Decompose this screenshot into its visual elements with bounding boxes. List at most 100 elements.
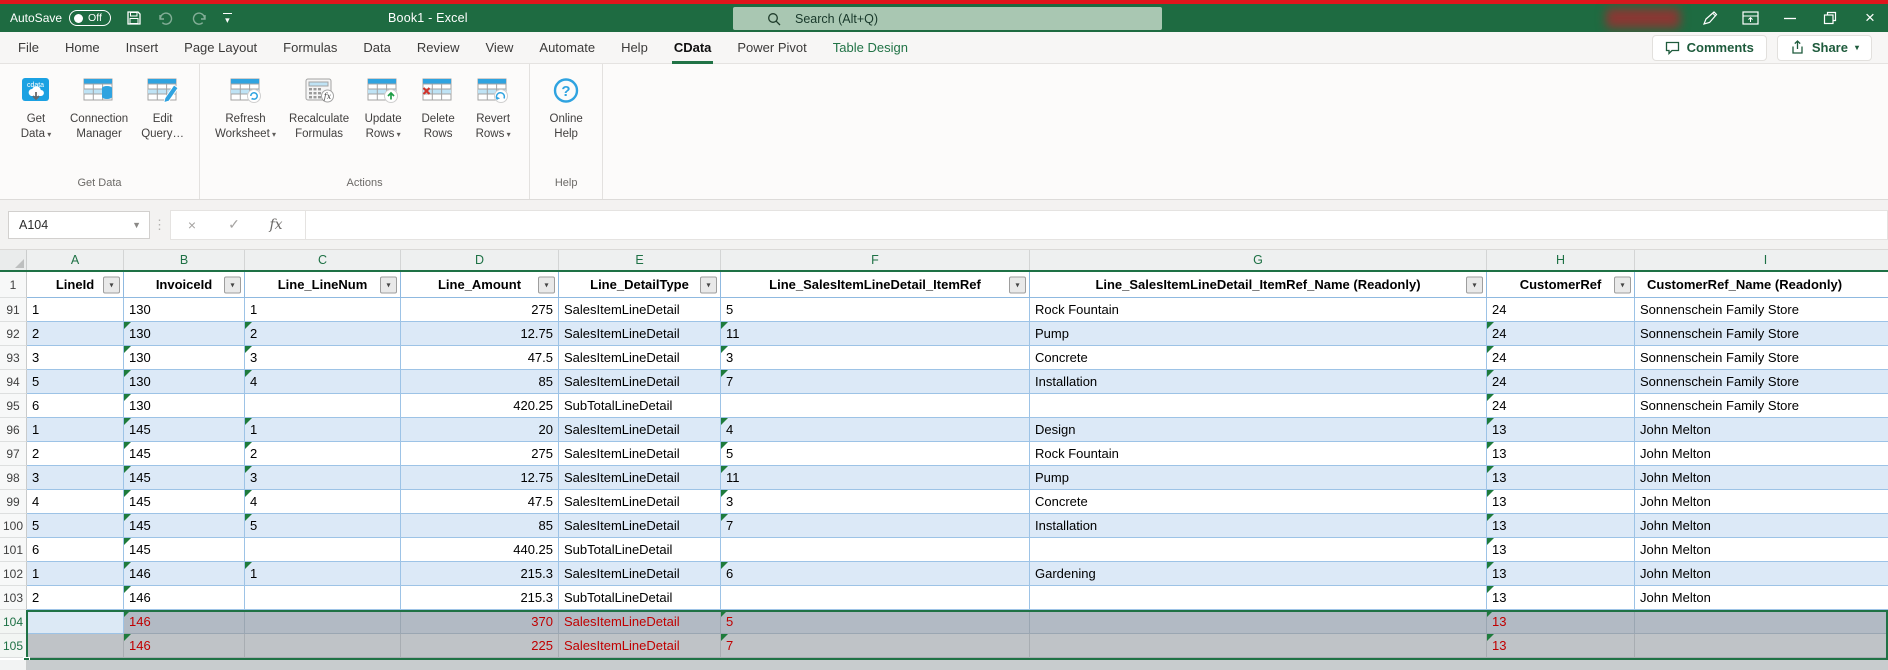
filter-button-H[interactable]: ▾ [1614, 276, 1631, 293]
cell-C92[interactable]: 2 [245, 322, 401, 346]
cell-E95[interactable]: SubTotalLineDetail [559, 394, 721, 418]
cell-F96[interactable]: 4 [721, 418, 1030, 442]
cell-C93[interactable]: 3 [245, 346, 401, 370]
row-number-105[interactable]: 105 [0, 634, 27, 658]
cell-D97[interactable]: 275 [401, 442, 559, 466]
tab-data[interactable]: Data [350, 32, 403, 64]
cell-E91[interactable]: SalesItemLineDetail [559, 298, 721, 322]
cell-B95[interactable]: 130 [124, 394, 245, 418]
cell-I98[interactable]: John Melton [1635, 466, 1888, 490]
cell-G104[interactable] [1030, 610, 1487, 634]
cell-A97[interactable]: 2 [27, 442, 124, 466]
delete-rows-button[interactable]: DeleteRows [412, 70, 464, 145]
autosave-pill[interactable]: Off [69, 10, 111, 26]
cell-H97[interactable]: 13 [1487, 442, 1635, 466]
formula-bar-grip[interactable]: ⋮ [150, 217, 170, 233]
cell-D93[interactable]: 47.5 [401, 346, 559, 370]
cancel-entry-icon[interactable]: × [171, 217, 213, 233]
cell-H94[interactable]: 24 [1487, 370, 1635, 394]
cell-D104[interactable]: 370 [401, 610, 559, 634]
cell-E101[interactable]: SubTotalLineDetail [559, 538, 721, 562]
cell-E102[interactable]: SalesItemLineDetail [559, 562, 721, 586]
cell-B93[interactable]: 130 [124, 346, 245, 370]
cell-A96[interactable]: 1 [27, 418, 124, 442]
cell-F92[interactable]: 11 [721, 322, 1030, 346]
insert-function-icon[interactable]: fx [255, 217, 297, 233]
customize-toolbar-icon[interactable]: ▾ [223, 13, 232, 24]
name-box[interactable]: A104 ▼ [8, 211, 150, 239]
cell-A104[interactable] [27, 610, 124, 634]
cell-G101[interactable] [1030, 538, 1487, 562]
cell-H98[interactable]: 13 [1487, 466, 1635, 490]
cell-F101[interactable] [721, 538, 1030, 562]
header-cell-H[interactable]: CustomerRef▾ [1487, 272, 1635, 298]
cell-A98[interactable]: 3 [27, 466, 124, 490]
filter-button-F[interactable]: ▾ [1009, 276, 1026, 293]
cell-H99[interactable]: 13 [1487, 490, 1635, 514]
row-number-98[interactable]: 98 [0, 466, 27, 490]
cell-G94[interactable]: Installation [1030, 370, 1487, 394]
tab-automate[interactable]: Automate [526, 32, 608, 64]
cell-G99[interactable]: Concrete [1030, 490, 1487, 514]
cell-E99[interactable]: SalesItemLineDetail [559, 490, 721, 514]
cell-I102[interactable]: John Melton [1635, 562, 1888, 586]
cell-G93[interactable]: Concrete [1030, 346, 1487, 370]
cell-E92[interactable]: SalesItemLineDetail [559, 322, 721, 346]
header-cell-C[interactable]: Line_LineNum▾ [245, 272, 401, 298]
cell-I94[interactable]: Sonnenschein Family Store [1635, 370, 1888, 394]
row-number-96[interactable]: 96 [0, 418, 27, 442]
column-header-C[interactable]: C [245, 250, 401, 270]
header-cell-F[interactable]: Line_SalesItemLineDetail_ItemRef▾ [721, 272, 1030, 298]
row-number-103[interactable]: 103 [0, 586, 27, 610]
close-button[interactable]: × [1860, 4, 1880, 32]
cell-B105[interactable]: 146 [124, 634, 245, 658]
redo-icon[interactable] [190, 11, 208, 26]
cell-A105[interactable] [27, 634, 124, 658]
cell-D100[interactable]: 85 [401, 514, 559, 538]
cell-D95[interactable]: 420.25 [401, 394, 559, 418]
column-header-G[interactable]: G [1030, 250, 1487, 270]
cell-C102[interactable]: 1 [245, 562, 401, 586]
cell-I101[interactable]: John Melton [1635, 538, 1888, 562]
name-box-caret-icon[interactable]: ▼ [132, 220, 141, 230]
cell-E100[interactable]: SalesItemLineDetail [559, 514, 721, 538]
cell-I100[interactable]: John Melton [1635, 514, 1888, 538]
cell-I96[interactable]: John Melton [1635, 418, 1888, 442]
cell-G97[interactable]: Rock Fountain [1030, 442, 1487, 466]
cell-D105[interactable]: 225 [401, 634, 559, 658]
cell-F91[interactable]: 5 [721, 298, 1030, 322]
cell-G91[interactable]: Rock Fountain [1030, 298, 1487, 322]
share-button[interactable]: Share ▾ [1777, 35, 1872, 61]
cell-E104[interactable]: SalesItemLineDetail [559, 610, 721, 634]
cell-C97[interactable]: 2 [245, 442, 401, 466]
row-number-95[interactable]: 95 [0, 394, 27, 418]
row-number-94[interactable]: 94 [0, 370, 27, 394]
tab-view[interactable]: View [472, 32, 526, 64]
cell-B97[interactable]: 145 [124, 442, 245, 466]
cell-B101[interactable]: 145 [124, 538, 245, 562]
tab-review[interactable]: Review [404, 32, 473, 64]
cell-B102[interactable]: 146 [124, 562, 245, 586]
cell-A91[interactable]: 1 [27, 298, 124, 322]
tab-table-design[interactable]: Table Design [820, 32, 921, 64]
filter-button-D[interactable]: ▾ [538, 276, 555, 293]
filter-button-E[interactable]: ▾ [700, 276, 717, 293]
cell-H93[interactable]: 24 [1487, 346, 1635, 370]
confirm-entry-icon[interactable]: ✓ [213, 216, 255, 233]
row-number-97[interactable]: 97 [0, 442, 27, 466]
column-header-H[interactable]: H [1487, 250, 1635, 270]
cell-G98[interactable]: Pump [1030, 466, 1487, 490]
online-help-button[interactable]: ?OnlineHelp [540, 70, 592, 145]
cell-I104[interactable] [1635, 610, 1888, 634]
cell-B92[interactable]: 130 [124, 322, 245, 346]
save-icon[interactable] [126, 10, 142, 26]
cell-F102[interactable]: 6 [721, 562, 1030, 586]
tab-formulas[interactable]: Formulas [270, 32, 350, 64]
cell-G95[interactable] [1030, 394, 1487, 418]
row-number-1[interactable]: 1 [0, 272, 27, 298]
cell-F103[interactable] [721, 586, 1030, 610]
cell-F95[interactable] [721, 394, 1030, 418]
cell-E96[interactable]: SalesItemLineDetail [559, 418, 721, 442]
restore-button[interactable] [1820, 4, 1840, 32]
cell-H100[interactable]: 13 [1487, 514, 1635, 538]
